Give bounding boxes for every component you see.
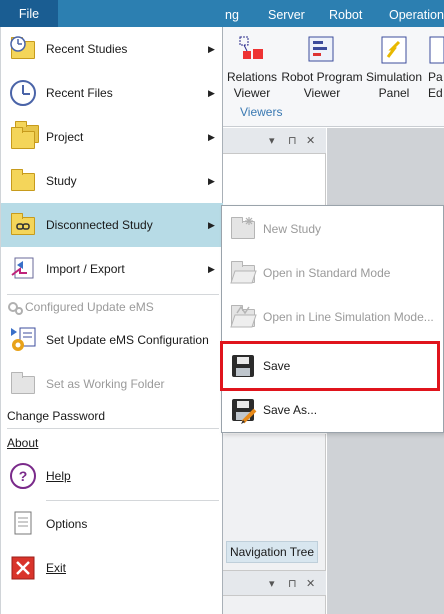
bottom-pane-header: ▾ ⊓ ✕	[222, 570, 326, 596]
pane-close-icon[interactable]: ✕	[306, 134, 315, 147]
pane-pin-icon[interactable]: ⊓	[288, 134, 297, 147]
save-as-icon	[229, 396, 257, 424]
menu-item-set-update-ems-configuration[interactable]: Set Update eMS Configuration	[1, 318, 223, 362]
menu-item-disconnected-study[interactable]: Disconnected Study ▶	[1, 203, 223, 247]
simulation-panel-label-1: Simulation	[365, 70, 423, 84]
file-tab[interactable]: File	[0, 0, 58, 27]
menu-item-label: Set as Working Folder	[46, 377, 165, 391]
submenu-arrow-icon: ▶	[208, 132, 215, 142]
disconnected-study-submenu: New Study Open in Standard Mode Open in …	[221, 205, 444, 433]
menu-item-label: Project	[46, 130, 84, 144]
ribbon-tab-server[interactable]: Server	[268, 0, 305, 27]
submenu-item-label: Save As...	[263, 403, 318, 417]
open-standard-mode-icon	[229, 259, 257, 287]
submenu-arrow-icon: ▶	[208, 264, 215, 274]
relations-viewer-label-1: Relations	[226, 70, 278, 84]
menu-item-help[interactable]: ? Help	[1, 454, 223, 498]
navigation-tree-tab[interactable]: Navigation Tree	[226, 541, 318, 563]
menu-item-label: Set Update eMS Configuration	[46, 333, 209, 347]
ribbon-tab-ng[interactable]: ng	[225, 0, 239, 27]
ribbon-tab-robot[interactable]: Robot	[329, 0, 362, 27]
menu-item-change-password[interactable]: Change Password	[7, 409, 105, 423]
menu-item-label: Study	[46, 174, 77, 188]
pane-pin-icon[interactable]: ⊓	[288, 577, 297, 590]
menu-item-label: Help	[46, 469, 71, 483]
set-update-ems-configuration-icon	[9, 326, 37, 354]
options-icon	[9, 510, 37, 538]
menu-item-label: Recent Studies	[46, 42, 128, 56]
menu-item-label: Import / Export	[46, 262, 125, 276]
new-study-icon	[229, 215, 257, 243]
recent-studies-icon	[9, 35, 37, 63]
robot-program-viewer-icon	[307, 35, 337, 65]
menu-item-label: Options	[46, 517, 88, 531]
menu-item-set-as-working-folder: Set as Working Folder	[1, 362, 223, 406]
submenu-arrow-icon: ▶	[208, 220, 215, 230]
file-menu: Recent Studies ▶ Recent Files ▶ Project …	[0, 27, 223, 614]
submenu-arrow-icon: ▶	[208, 176, 215, 186]
ribbon-tab-operation[interactable]: Operation	[389, 0, 444, 27]
pane-dropdown-icon[interactable]: ▾	[269, 134, 275, 147]
disconnected-study-icon	[9, 211, 37, 239]
submenu-item-label: Open in Standard Mode	[263, 266, 391, 280]
submenu-arrow-icon: ▶	[208, 44, 215, 54]
menu-item-recent-studies[interactable]: Recent Studies ▶	[1, 27, 223, 71]
upper-docked-pane: ▾ ⊓ ✕	[222, 128, 326, 210]
menu-item-configured-update-ems: Configured Update eMS	[1, 295, 223, 319]
path-editor-icon	[428, 35, 444, 65]
simulation-panel-icon	[379, 35, 409, 65]
submenu-item-open-in-standard-mode: Open in Standard Mode	[222, 251, 443, 295]
menu-item-recent-files[interactable]: Recent Files ▶	[1, 71, 223, 115]
ribbon-group-divider	[232, 119, 282, 120]
submenu-arrow-icon: ▶	[208, 88, 215, 98]
robot-program-viewer-label-2: Viewer	[303, 86, 341, 100]
menu-separator	[7, 428, 219, 429]
simulation-panel-button[interactable]: Simulation Panel	[365, 35, 423, 101]
submenu-item-label: Open in Line Simulation Mode...	[263, 310, 434, 324]
pane-close-icon[interactable]: ✕	[306, 577, 315, 590]
save-highlight-box	[220, 341, 440, 391]
study-folder-icon	[9, 167, 37, 195]
working-folder-icon	[9, 370, 37, 398]
submenu-item-open-in-line-simulation-mode: Open in Line Simulation Mode...	[222, 295, 443, 339]
configured-update-ems-icon	[6, 299, 24, 317]
ribbon-tab-bar: ng Server Robot Operation	[0, 0, 444, 27]
menu-item-label: Configured Update eMS	[25, 300, 154, 314]
relations-viewer-icon	[237, 35, 267, 65]
project-folder-icon	[9, 121, 39, 151]
recent-files-clock-icon	[9, 79, 37, 107]
submenu-item-label: New Study	[263, 222, 322, 236]
menu-item-project[interactable]: Project ▶	[1, 115, 223, 159]
open-line-simulation-mode-icon	[229, 303, 257, 331]
help-icon: ?	[9, 462, 37, 490]
menu-item-about[interactable]: About	[7, 436, 38, 450]
menu-item-exit[interactable]: Exit	[1, 546, 223, 590]
path-editor-button[interactable]: Pa Ed	[428, 35, 444, 101]
robot-program-viewer-label-1: Robot Program	[281, 70, 363, 84]
menu-item-import-export[interactable]: Import / Export ▶	[1, 247, 223, 291]
menu-item-label: Recent Files	[46, 86, 113, 100]
submenu-item-new-study: New Study	[222, 207, 443, 251]
relations-viewer-label-2: Viewer	[233, 86, 271, 100]
upper-pane-header: ▾ ⊓ ✕	[222, 128, 326, 154]
robot-program-viewer-button[interactable]: Robot Program Viewer	[280, 35, 364, 101]
svg-text:?: ?	[19, 468, 28, 484]
menu-item-label: Exit	[46, 561, 67, 575]
simulation-panel-label-2: Panel	[378, 86, 410, 100]
menu-item-study[interactable]: Study ▶	[1, 159, 223, 203]
path-editor-label-1: Pa	[428, 70, 443, 84]
import-export-icon	[9, 255, 37, 283]
pane-dropdown-icon[interactable]: ▾	[269, 577, 275, 590]
exit-icon	[9, 554, 37, 582]
submenu-item-save-as[interactable]: Save As...	[222, 388, 443, 432]
menu-item-label: Disconnected Study	[46, 218, 153, 232]
menu-item-options[interactable]: Options	[1, 502, 223, 546]
menu-separator	[46, 500, 219, 501]
path-editor-label-2: Ed	[428, 86, 443, 100]
ribbon-group-label-viewers: Viewers	[240, 105, 283, 119]
relations-viewer-button[interactable]: Relations Viewer	[226, 35, 278, 101]
